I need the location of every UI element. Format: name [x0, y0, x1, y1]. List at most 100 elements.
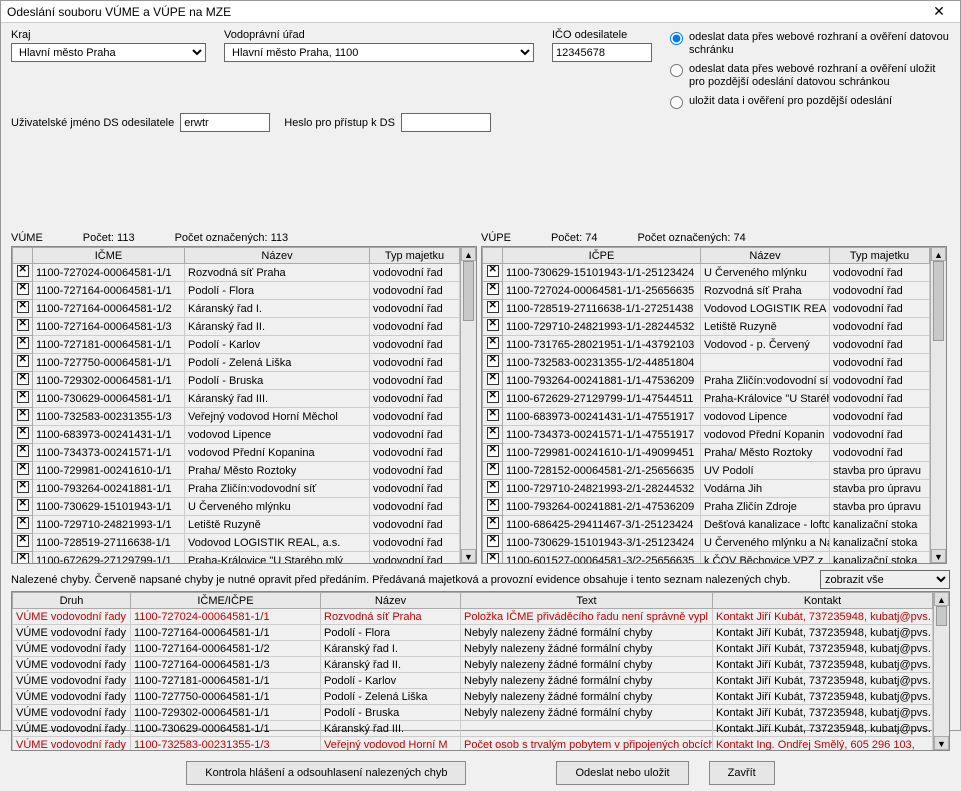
- row-checkbox[interactable]: [483, 336, 503, 354]
- table-row[interactable]: VÚME vodovodní řady1100-732583-00231355-…: [13, 737, 933, 751]
- row-checkbox[interactable]: [13, 462, 33, 480]
- table-row[interactable]: 1100-793264-00241881-2/1-47536209Praha Z…: [483, 498, 930, 516]
- table-row[interactable]: VÚME vodovodní řady1100-727181-00064581-…: [13, 673, 933, 689]
- row-checkbox[interactable]: [13, 300, 33, 318]
- scroll-up-icon[interactable]: ▲: [461, 247, 476, 261]
- ico-input[interactable]: [552, 43, 652, 62]
- table-row[interactable]: 1100-728519-27116638-1/1-27251438Vodovod…: [483, 300, 930, 318]
- row-checkbox[interactable]: [483, 390, 503, 408]
- kraj-select[interactable]: Hlavní město Praha: [11, 43, 206, 62]
- table-row[interactable]: 1100-731765-28021951-1/1-43792103Vodovod…: [483, 336, 930, 354]
- table-row[interactable]: 1100-729710-24821993-1/1-28244532Letiště…: [483, 318, 930, 336]
- table-row[interactable]: VÚME vodovodní řady1100-730629-00064581-…: [13, 721, 933, 737]
- table-row[interactable]: 1100-727164-00064581-1/1Podolí - Floravo…: [13, 282, 460, 300]
- row-checkbox[interactable]: [483, 282, 503, 300]
- table-row[interactable]: 1100-727181-00064581-1/1Podolí - Karlovv…: [13, 336, 460, 354]
- row-checkbox[interactable]: [483, 264, 503, 282]
- table-row[interactable]: 1100-727750-00064581-1/1Podolí - Zelená …: [13, 354, 460, 372]
- scroll-down-icon[interactable]: ▼: [461, 549, 476, 563]
- table-row[interactable]: 1100-730629-00064581-1/1Káranský řad III…: [13, 390, 460, 408]
- errors-grid[interactable]: Druh IČME/IČPE Název Text Kontakt VÚME v…: [12, 592, 933, 750]
- table-row[interactable]: 1100-732583-00231355-1/3Veřejný vodovod …: [13, 408, 460, 426]
- table-row[interactable]: 1100-730629-15101943-1/1-25123424U Červe…: [483, 264, 930, 282]
- close-icon[interactable]: ✕: [924, 3, 954, 20]
- row-checkbox[interactable]: [483, 480, 503, 498]
- table-row[interactable]: 1100-672629-27129799-1/1-47544511Praha-K…: [483, 390, 930, 408]
- table-row[interactable]: VÚME vodovodní řady1100-727164-00064581-…: [13, 641, 933, 657]
- vume-col-icme[interactable]: IČME: [33, 248, 185, 264]
- row-checkbox[interactable]: [13, 264, 33, 282]
- vupe-col-icpe[interactable]: IČPE: [503, 248, 701, 264]
- table-row[interactable]: VÚME vodovodní řady1100-727164-00064581-…: [13, 625, 933, 641]
- vupe-col-typ[interactable]: Typ majetku: [830, 248, 930, 264]
- table-row[interactable]: 1100-728519-27116638-1/1Vodovod LOGISTIK…: [13, 534, 460, 552]
- row-checkbox[interactable]: [13, 426, 33, 444]
- table-row[interactable]: 1100-793264-00241881-1/1-47536209Praha Z…: [483, 372, 930, 390]
- radio-3-input[interactable]: [670, 96, 683, 109]
- vume-scrollbar[interactable]: ▲ ▼: [460, 247, 476, 563]
- errors-filter-select[interactable]: zobrazit vše: [820, 570, 950, 589]
- row-checkbox[interactable]: [13, 498, 33, 516]
- radio-1[interactable]: odeslat data přes webové rozhraní a ověř…: [670, 31, 950, 57]
- row-checkbox[interactable]: [483, 426, 503, 444]
- row-checkbox[interactable]: [483, 516, 503, 534]
- scroll-thumb[interactable]: [933, 261, 944, 341]
- table-row[interactable]: VÚME vodovodní řady1100-727750-00064581-…: [13, 689, 933, 705]
- row-checkbox[interactable]: [483, 318, 503, 336]
- odeslat-button[interactable]: Odeslat nebo uložit: [556, 761, 688, 785]
- table-row[interactable]: 1100-727024-00064581-1/1-25656635Rozvodn…: [483, 282, 930, 300]
- table-row[interactable]: 1100-732583-00231355-1/2-44851804vodovod…: [483, 354, 930, 372]
- row-checkbox[interactable]: [483, 300, 503, 318]
- row-checkbox[interactable]: [13, 282, 33, 300]
- radio-1-input[interactable]: [670, 32, 683, 45]
- vume-col-nazev[interactable]: Název: [185, 248, 370, 264]
- err-col-druh[interactable]: Druh: [13, 593, 131, 609]
- err-col-kontakt[interactable]: Kontakt: [713, 593, 933, 609]
- kontrola-button[interactable]: Kontrola hlášení a odsouhlasení nalezený…: [186, 761, 466, 785]
- errors-scrollbar[interactable]: ▲ ▼: [933, 592, 949, 750]
- row-checkbox[interactable]: [13, 534, 33, 552]
- scroll-thumb[interactable]: [936, 606, 947, 626]
- row-checkbox[interactable]: [483, 408, 503, 426]
- radio-2-input[interactable]: [670, 64, 683, 77]
- table-row[interactable]: VÚME vodovodní řady1100-727164-00064581-…: [13, 657, 933, 673]
- table-row[interactable]: 1100-686425-29411467-3/1-25123424Dešťová…: [483, 516, 930, 534]
- radio-2[interactable]: odeslat data přes webové rozhraní a ověř…: [670, 63, 950, 89]
- table-row[interactable]: VÚME vodovodní řady1100-729302-00064581-…: [13, 705, 933, 721]
- table-row[interactable]: 1100-730629-15101943-1/1U Červeného mlýn…: [13, 498, 460, 516]
- err-col-nazev[interactable]: Název: [321, 593, 461, 609]
- table-row[interactable]: 1100-734373-00241571-1/1-47551917vodovod…: [483, 426, 930, 444]
- row-checkbox[interactable]: [13, 318, 33, 336]
- table-row[interactable]: 1100-683973-00241431-1/1-47551917vodovod…: [483, 408, 930, 426]
- table-row[interactable]: 1100-728152-00064581-2/1-25656635UV Podo…: [483, 462, 930, 480]
- vume-col-typ[interactable]: Typ majetku: [370, 248, 460, 264]
- table-row[interactable]: 1100-729710-24821993-1/1Letiště Ruzyněvo…: [13, 516, 460, 534]
- table-row[interactable]: 1100-729981-00241610-1/1Praha/ Město Roz…: [13, 462, 460, 480]
- row-checkbox[interactable]: [13, 516, 33, 534]
- scroll-up-icon[interactable]: ▲: [931, 247, 946, 261]
- row-checkbox[interactable]: [483, 534, 503, 552]
- err-col-ic[interactable]: IČME/IČPE: [131, 593, 321, 609]
- row-checkbox[interactable]: [13, 354, 33, 372]
- table-row[interactable]: 1100-727024-00064581-1/1Rozvodná síť Pra…: [13, 264, 460, 282]
- table-row[interactable]: 1100-729302-00064581-1/1Podolí - Bruskav…: [13, 372, 460, 390]
- vupe-grid[interactable]: IČPE Název Typ majetku 1100-730629-15101…: [482, 247, 930, 563]
- row-checkbox[interactable]: [483, 462, 503, 480]
- row-checkbox[interactable]: [483, 372, 503, 390]
- table-row[interactable]: 1100-683973-00241431-1/1vodovod Lipencev…: [13, 426, 460, 444]
- table-row[interactable]: 1100-734373-00241571-1/1vodovod Přední K…: [13, 444, 460, 462]
- zavrit-button[interactable]: Zavřít: [709, 761, 775, 785]
- user-input[interactable]: [180, 113, 270, 132]
- vume-grid[interactable]: IČME Název Typ majetku 1100-727024-00064…: [12, 247, 460, 563]
- row-checkbox[interactable]: [13, 408, 33, 426]
- scroll-up-icon[interactable]: ▲: [934, 592, 949, 606]
- vupe-col-nazev[interactable]: Název: [701, 248, 830, 264]
- vodop-select[interactable]: Hlavní město Praha, 1100: [224, 43, 534, 62]
- pass-input[interactable]: [401, 113, 491, 132]
- row-checkbox[interactable]: [13, 552, 33, 564]
- table-row[interactable]: 1100-727164-00064581-1/3Káranský řad II.…: [13, 318, 460, 336]
- row-checkbox[interactable]: [13, 390, 33, 408]
- table-row[interactable]: 1100-672629-27129799-1/1Praha-Královice …: [13, 552, 460, 564]
- table-row[interactable]: 1100-729981-00241610-1/1-49099451Praha/ …: [483, 444, 930, 462]
- table-row[interactable]: VÚME vodovodní řady1100-727024-00064581-…: [13, 609, 933, 625]
